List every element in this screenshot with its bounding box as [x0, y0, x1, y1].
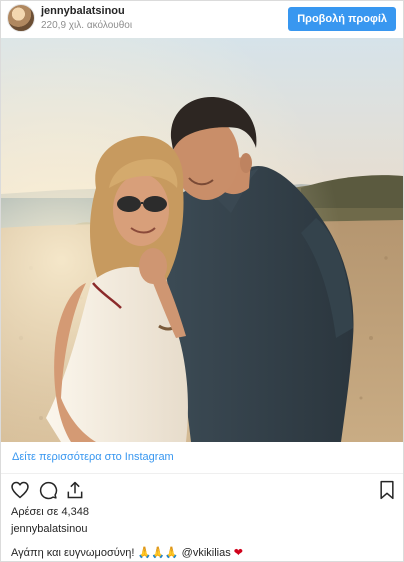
header-username[interactable]: jennybalatsinou: [41, 5, 125, 17]
view-more-link[interactable]: Δείτε περισσότερα στο Instagram: [12, 451, 174, 463]
post-photo-image: [1, 38, 403, 442]
caption-author[interactable]: jennybalatsinou: [11, 523, 87, 535]
post-photo[interactable]: [1, 38, 403, 442]
view-more-row: Δείτε περισσότερα στο Instagram: [1, 442, 403, 474]
likes-count[interactable]: Αρέσει σε 4,348: [11, 506, 89, 518]
view-profile-button[interactable]: Προβολή προφίλ: [288, 7, 396, 31]
post-caption: Αγάπη και ευγνωμοσύνη! 🙏🙏🙏 @vkikilias ❤: [11, 546, 243, 559]
action-bar: [1, 475, 403, 505]
instagram-embed-card: jennybalatsinou 220,9 χιλ. ακόλουθοι Προ…: [0, 0, 404, 562]
bookmark-icon[interactable]: [378, 480, 396, 500]
share-icon[interactable]: [65, 480, 85, 500]
heart-icon[interactable]: [10, 480, 30, 500]
post-header: jennybalatsinou 220,9 χιλ. ακόλουθοι Προ…: [1, 1, 403, 38]
pray-emojis: 🙏🙏🙏: [137, 547, 179, 559]
caption-text: Αγάπη και ευγνωμοσύνη!: [11, 547, 135, 559]
followers-count: 220,9 χιλ. ακόλουθοι: [41, 20, 133, 31]
profile-avatar[interactable]: [7, 4, 35, 32]
comment-icon[interactable]: [38, 480, 58, 500]
heart-emoji: ❤: [233, 547, 243, 559]
mention-link[interactable]: @vkikilias: [182, 547, 231, 559]
